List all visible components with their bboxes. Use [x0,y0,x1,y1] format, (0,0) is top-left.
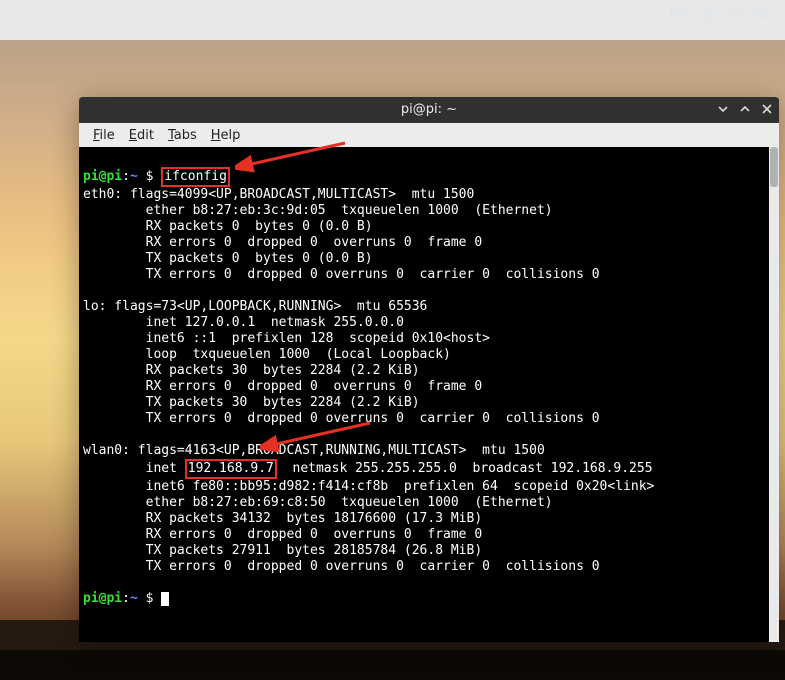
window-close-button[interactable] [761,103,773,117]
bluetooth-icon [697,3,717,28]
out-line: inet6 fe80::bb95:d982:f414:cf8b prefixle… [83,479,654,494]
prompt-sep: : [122,591,130,606]
menu-file[interactable]: File [87,126,121,145]
out-line: TX errors 0 dropped 0 overruns 0 carrier… [83,267,600,282]
terminal-area[interactable]: pi@pi:~ $ ifconfig eth0: flags=4099<UP,B… [79,147,779,642]
command-text: ifconfig [164,169,227,184]
out-line: TX errors 0 dropped 0 overruns 0 carrier… [83,559,600,574]
prompt-dollar: $ [146,169,154,184]
out-line: netmask 255.255.255.0 broadcast 192.168.… [277,461,653,476]
prompt-user: pi@pi [83,591,122,606]
out-line: lo: flags=73<UP,LOOPBACK,RUNNING> mtu 65… [83,299,427,314]
out-line: TX packets 27911 bytes 28185784 (26.8 Mi… [83,543,482,558]
out-line: eth0: flags=4099<UP,BROADCAST,MULTICAST>… [83,187,474,202]
out-line: ether b8:27:eb:3c:9d:05 txqueuelen 1000 … [83,203,553,218]
menu-bar: File Edit Tabs Help [79,123,779,147]
highlight-command-box: ifconfig [161,167,230,187]
menu-tabs[interactable]: Tabs [162,126,203,145]
out-line: TX errors 0 dropped 0 overruns 0 carrier… [83,411,600,426]
out-line: loop txqueuelen 1000 (Local Loopback) [83,347,451,362]
out-line: ether b8:27:eb:69:c8:50 txqueuelen 1000 … [83,495,553,510]
out-line: RX errors 0 dropped 0 overruns 0 frame 0 [83,527,482,542]
out-line: RX errors 0 dropped 0 overruns 0 frame 0 [83,379,482,394]
highlight-ip-box: 192.168.9.7 [185,459,277,479]
network-icon [725,3,745,28]
out-line: inet6 ::1 prefixlen 128 scopeid 0x10<hos… [83,331,490,346]
out-line: RX packets 30 bytes 2284 (2.2 KiB) [83,363,420,378]
out-line: TX packets 0 bytes 0 (0.0 B) [83,251,373,266]
prompt-dollar: $ [146,591,154,606]
prompt-cwd: ~ [130,169,138,184]
terminal-window: pi@pi: ~ File Edit Tabs Help pi@pi:~ $ i… [79,97,779,642]
out-line: inet [83,461,185,476]
prompt-user: pi@pi [83,169,122,184]
volume-icon [753,3,773,28]
background-skyline-dark [0,650,785,680]
window-minimize-button[interactable] [717,103,729,117]
scrollbar-thumb[interactable] [770,147,778,187]
out-line: inet 127.0.0.1 netmask 255.0.0.0 [83,315,404,330]
out-line: RX errors 0 dropped 0 overruns 0 frame 0 [83,235,482,250]
box-icon [669,3,689,28]
prompt-cwd: ~ [130,591,138,606]
text-cursor [161,592,169,606]
prompt-sep: : [122,169,130,184]
out-line: RX packets 0 bytes 0 (0.0 B) [83,219,373,234]
window-maximize-button[interactable] [739,103,751,117]
ip-text: 192.168.9.7 [188,461,274,476]
window-title: pi@pi: ~ [401,102,457,117]
out-line: TX packets 30 bytes 2284 (2.2 KiB) [83,395,420,410]
out-line: wlan0: flags=4163<UP,BROADCAST,RUNNING,M… [83,443,545,458]
system-tray [657,0,785,30]
menu-help[interactable]: Help [205,126,247,145]
out-line: RX packets 34132 bytes 18176600 (17.3 Mi… [83,511,482,526]
menu-edit[interactable]: Edit [123,126,160,145]
terminal-scrollbar[interactable] [769,147,779,642]
title-bar[interactable]: pi@pi: ~ [79,97,779,123]
